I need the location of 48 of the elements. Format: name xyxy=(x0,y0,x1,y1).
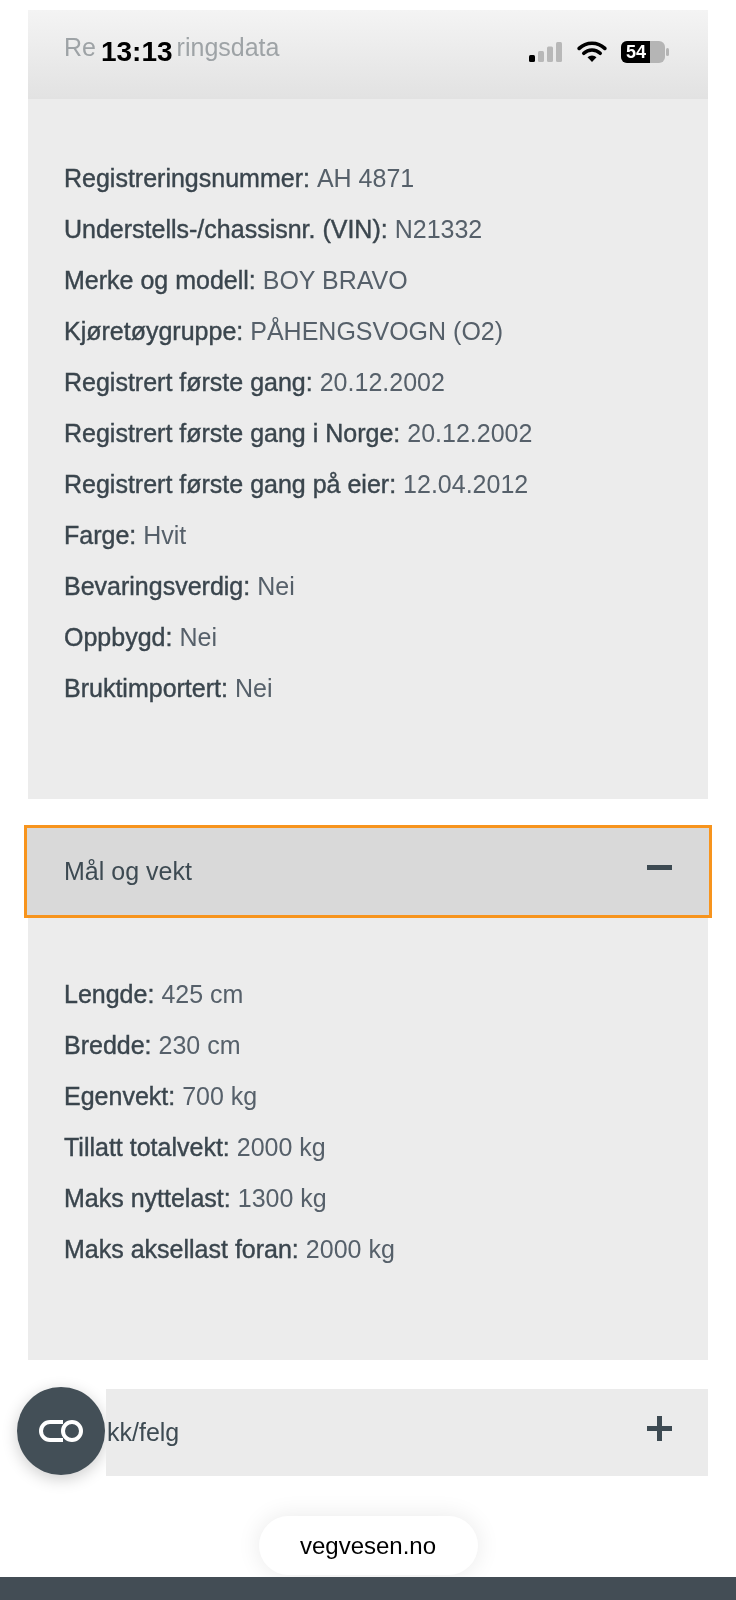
accordion-header[interactable]: Mål og vekt xyxy=(24,825,712,918)
signal-icon xyxy=(529,41,563,62)
field-label: Maks aksellast foran: xyxy=(64,1233,299,1265)
battery-level-text: 54 xyxy=(626,41,647,62)
field-value: N21332 xyxy=(394,213,483,245)
status-time: 13:13 xyxy=(100,37,173,66)
address-bar[interactable]: vegvesen.no xyxy=(258,1516,478,1575)
field-label: Tillatt totalvekt: xyxy=(64,1131,230,1163)
field-label: Registreringsnummer: xyxy=(64,162,310,194)
accordion-header[interactable]: kk/felg xyxy=(106,1389,708,1476)
field-label: Maks nyttelast: xyxy=(64,1182,231,1214)
floating-action-button[interactable] xyxy=(17,1387,105,1475)
field-value: 700 kg xyxy=(182,1080,258,1112)
toggle-icon xyxy=(39,1420,83,1442)
field-value: 1300 kg xyxy=(237,1182,327,1214)
field-value: 2000 kg xyxy=(236,1131,326,1163)
field-value: 20.12.2002 xyxy=(407,417,533,449)
field-label: Lengde: xyxy=(64,978,155,1010)
field-label: Registrert første gang i Norge: xyxy=(64,417,401,449)
field-value: 20.12.2002 xyxy=(319,366,445,398)
field-label: Bevaringsverdig: xyxy=(64,570,251,602)
field-value: 425 cm xyxy=(161,978,244,1010)
field-value: PÅHENGSVOGN (O2) xyxy=(250,315,504,347)
field-value: Nei xyxy=(179,621,217,653)
field-label: Registrert første gang på eier: xyxy=(64,468,397,500)
field-value: BOY BRAVO xyxy=(262,264,408,296)
wifi-icon xyxy=(577,41,607,62)
field-label: Farge: xyxy=(64,519,137,551)
field-label: Kjøretøygruppe: xyxy=(64,315,244,347)
section-title-fragment: ringsdata xyxy=(176,31,280,63)
field-value: 12.04.2012 xyxy=(403,468,529,500)
field-label: Merke og modell: xyxy=(64,264,256,296)
field-value: AH 4871 xyxy=(316,162,415,194)
minus-icon xyxy=(647,865,672,870)
field-label: Bredde: xyxy=(64,1029,152,1061)
section-title-fragment: Re xyxy=(64,31,96,63)
field-value: Nei xyxy=(257,570,295,602)
field-value: 230 cm xyxy=(158,1029,241,1061)
field-label: Bruktimportert: xyxy=(64,672,228,704)
plus-icon xyxy=(647,1416,672,1441)
field-label: Understells-/chassisnr. (VIN): xyxy=(64,213,388,245)
field-value: Hvit xyxy=(143,519,187,551)
battery-icon xyxy=(621,40,669,63)
field-label: Egenvekt: xyxy=(64,1080,176,1112)
field-label: Registrert første gang: xyxy=(64,366,313,398)
field-label: Oppbygd: xyxy=(64,621,173,653)
field-value: 2000 kg xyxy=(305,1233,395,1265)
field-value: Nei xyxy=(234,672,273,704)
